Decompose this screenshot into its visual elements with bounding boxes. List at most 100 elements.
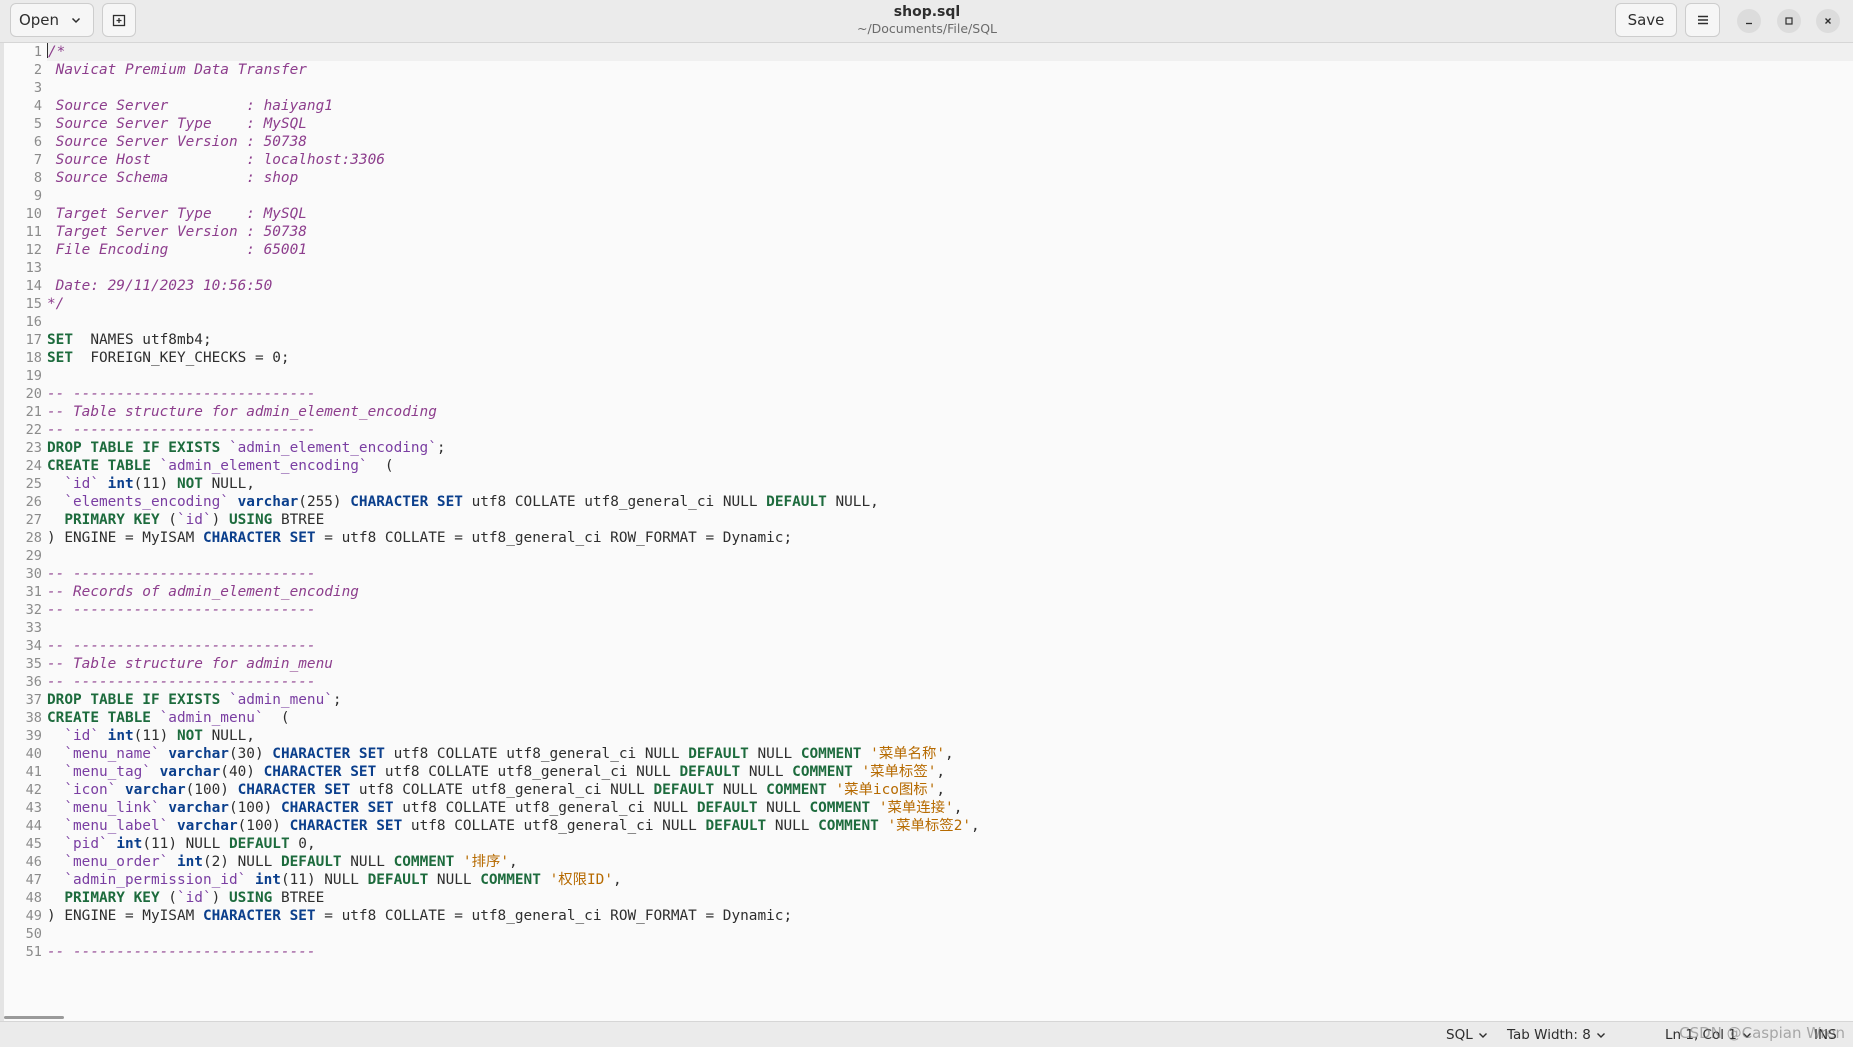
language-selector[interactable]: SQL — [1446, 1027, 1488, 1043]
code-line[interactable]: `pid` int(11) NULL DEFAULT 0, — [47, 835, 1853, 853]
code-line[interactable] — [47, 367, 1853, 385]
code-editor[interactable]: 1 2 3 4 5 6 7 8 9 10 11 12 13 14 15 16 17 18 19 20 21 22 23 24 2… — [0, 43, 1853, 1021]
code-line[interactable]: `id` int(11) NOT NULL, — [47, 475, 1853, 493]
code-token: Source Host : localhost:3306 — [47, 152, 385, 168]
code-text-area[interactable]: /* Navicat Premium Data Transfer Source … — [47, 43, 1853, 961]
line-number: 10 — [25, 206, 42, 222]
new-tab-button[interactable] — [102, 3, 136, 37]
main-menu-button[interactable] — [1685, 3, 1720, 37]
code-line[interactable]: Source Host : localhost:3306 — [47, 151, 1853, 169]
code-line[interactable]: Source Server Version : 50738 — [47, 133, 1853, 151]
code-token: CHARACTER SET — [263, 764, 377, 780]
code-token: `pid` — [64, 836, 108, 852]
save-button[interactable]: Save — [1615, 3, 1677, 37]
code-token: NULL — [740, 764, 793, 780]
code-token: int — [107, 728, 134, 744]
code-line[interactable] — [47, 313, 1853, 331]
code-line[interactable]: -- Table structure for admin_element_enc… — [47, 403, 1853, 421]
code-line[interactable]: Source Server : haiyang1 — [47, 97, 1853, 115]
minimize-icon — [1746, 22, 1752, 25]
code-line[interactable]: SET NAMES utf8mb4; — [47, 331, 1853, 349]
code-line[interactable]: /* — [47, 43, 1853, 61]
code-line[interactable]: -- ---------------------------- — [47, 673, 1853, 691]
code-line[interactable]: -- ---------------------------- — [47, 421, 1853, 439]
code-line[interactable]: File Encoding : 65001 — [47, 241, 1853, 259]
code-token: `admin_element_encoding` — [228, 440, 437, 456]
code-token: Target Server Version : 50738 — [47, 224, 307, 240]
code-line[interactable] — [47, 925, 1853, 943]
code-line[interactable]: `id` int(11) NOT NULL, — [47, 727, 1853, 745]
code-line[interactable]: -- ---------------------------- — [47, 943, 1853, 961]
code-line[interactable]: */ — [47, 295, 1853, 313]
code-line[interactable]: -- ---------------------------- — [47, 601, 1853, 619]
code-line[interactable]: -- Records of admin_element_encoding — [47, 583, 1853, 601]
code-token: , — [613, 872, 622, 888]
code-token: NULL — [757, 800, 810, 816]
code-line[interactable]: DROP TABLE IF EXISTS `admin_menu`; — [47, 691, 1853, 709]
maximize-button[interactable] — [1777, 9, 1801, 33]
chevron-down-icon — [1596, 1033, 1605, 1038]
code-line[interactable]: Source Server Type : MySQL — [47, 115, 1853, 133]
code-line[interactable]: `elements_encoding` varchar(255) CHARACT… — [47, 493, 1853, 511]
code-token: CHARACTER SET — [280, 800, 394, 816]
code-line[interactable]: `menu_order` int(2) NULL DEFAULT NULL CO… — [47, 853, 1853, 871]
code-line[interactable]: Target Server Version : 50738 — [47, 223, 1853, 241]
minimize-button[interactable] — [1737, 9, 1761, 33]
code-line[interactable]: -- ---------------------------- — [47, 565, 1853, 583]
code-line[interactable]: DROP TABLE IF EXISTS `admin_element_enco… — [47, 439, 1853, 457]
code-token: COMMENT — [818, 818, 879, 834]
line-number: 45 — [25, 836, 42, 852]
code-token: NULL, — [826, 494, 879, 510]
code-line[interactable]: Navicat Premium Data Transfer — [47, 61, 1853, 79]
tab-width-selector[interactable]: Tab Width: 8 — [1507, 1027, 1606, 1043]
code-token: (100) — [237, 818, 290, 834]
code-line[interactable]: -- Table structure for admin_menu — [47, 655, 1853, 673]
code-line[interactable] — [47, 259, 1853, 277]
code-token: SET — [47, 332, 73, 348]
line-number: 49 — [25, 908, 42, 924]
code-line[interactable]: ) ENGINE = MyISAM CHARACTER SET = utf8 C… — [47, 529, 1853, 547]
code-line[interactable] — [47, 619, 1853, 637]
status-bar: SQL Tab Width: 8 Ln 1, Col 1 INS CSDN @C… — [0, 1021, 1853, 1047]
code-line[interactable]: `menu_name` varchar(30) CHARACTER SET ut… — [47, 745, 1853, 763]
code-line[interactable]: PRIMARY KEY (`id`) USING BTREE — [47, 511, 1853, 529]
code-line[interactable] — [47, 547, 1853, 565]
code-line[interactable] — [47, 79, 1853, 97]
code-token: varchar — [237, 494, 299, 510]
code-line[interactable] — [47, 187, 1853, 205]
close-button[interactable] — [1816, 9, 1840, 33]
code-line[interactable]: `menu_link` varchar(100) CHARACTER SET u… — [47, 799, 1853, 817]
line-number-gutter: 1 2 3 4 5 6 7 8 9 10 11 12 13 14 15 16 17 18 19 20 21 22 23 24 2… — [0, 43, 44, 961]
code-line[interactable]: -- ---------------------------- — [47, 385, 1853, 403]
code-line[interactable]: `menu_label` varchar(100) CHARACTER SET … — [47, 817, 1853, 835]
code-token: CHARACTER SET — [202, 530, 316, 546]
code-line[interactable]: Date: 29/11/2023 10:56:50 — [47, 277, 1853, 295]
code-line[interactable]: SET FOREIGN_KEY_CHECKS = 0; — [47, 349, 1853, 367]
code-token: (11) NULL — [142, 836, 229, 852]
code-line[interactable]: -- ---------------------------- — [47, 637, 1853, 655]
document-path: ~/Documents/File/SQL — [856, 21, 998, 36]
code-line[interactable]: `icon` varchar(100) CHARACTER SET utf8 C… — [47, 781, 1853, 799]
code-token: CHARACTER SET — [272, 746, 385, 762]
code-token: (255) — [298, 494, 351, 510]
code-line[interactable]: Target Server Type : MySQL — [47, 205, 1853, 223]
code-line[interactable]: CREATE TABLE `admin_menu` ( — [47, 709, 1853, 727]
code-line[interactable]: ) ENGINE = MyISAM CHARACTER SET = utf8 C… — [47, 907, 1853, 925]
line-number: 40 — [25, 746, 42, 762]
code-token: (11) — [133, 476, 177, 492]
horizontal-scrollbar[interactable] — [4, 1016, 64, 1019]
code-line[interactable]: Source Schema : shop — [47, 169, 1853, 187]
code-token: ) ENGINE = MyISAM — [47, 530, 203, 546]
line-number: 38 — [25, 710, 42, 726]
code-line[interactable]: `menu_tag` varchar(40) CHARACTER SET utf… — [47, 763, 1853, 781]
code-line[interactable]: `admin_permission_id` int(11) NULL DEFAU… — [47, 871, 1853, 889]
code-token: , — [936, 782, 946, 798]
code-token: COMMENT — [766, 782, 827, 798]
code-line[interactable]: CREATE TABLE `admin_element_encoding` ( — [47, 457, 1853, 475]
watermark: CSDN @Caspian Wren — [1679, 1024, 1845, 1042]
code-token: DEFAULT — [228, 836, 290, 852]
open-button[interactable]: Open — [10, 3, 94, 37]
code-line[interactable]: PRIMARY KEY (`id`) USING BTREE — [47, 889, 1853, 907]
